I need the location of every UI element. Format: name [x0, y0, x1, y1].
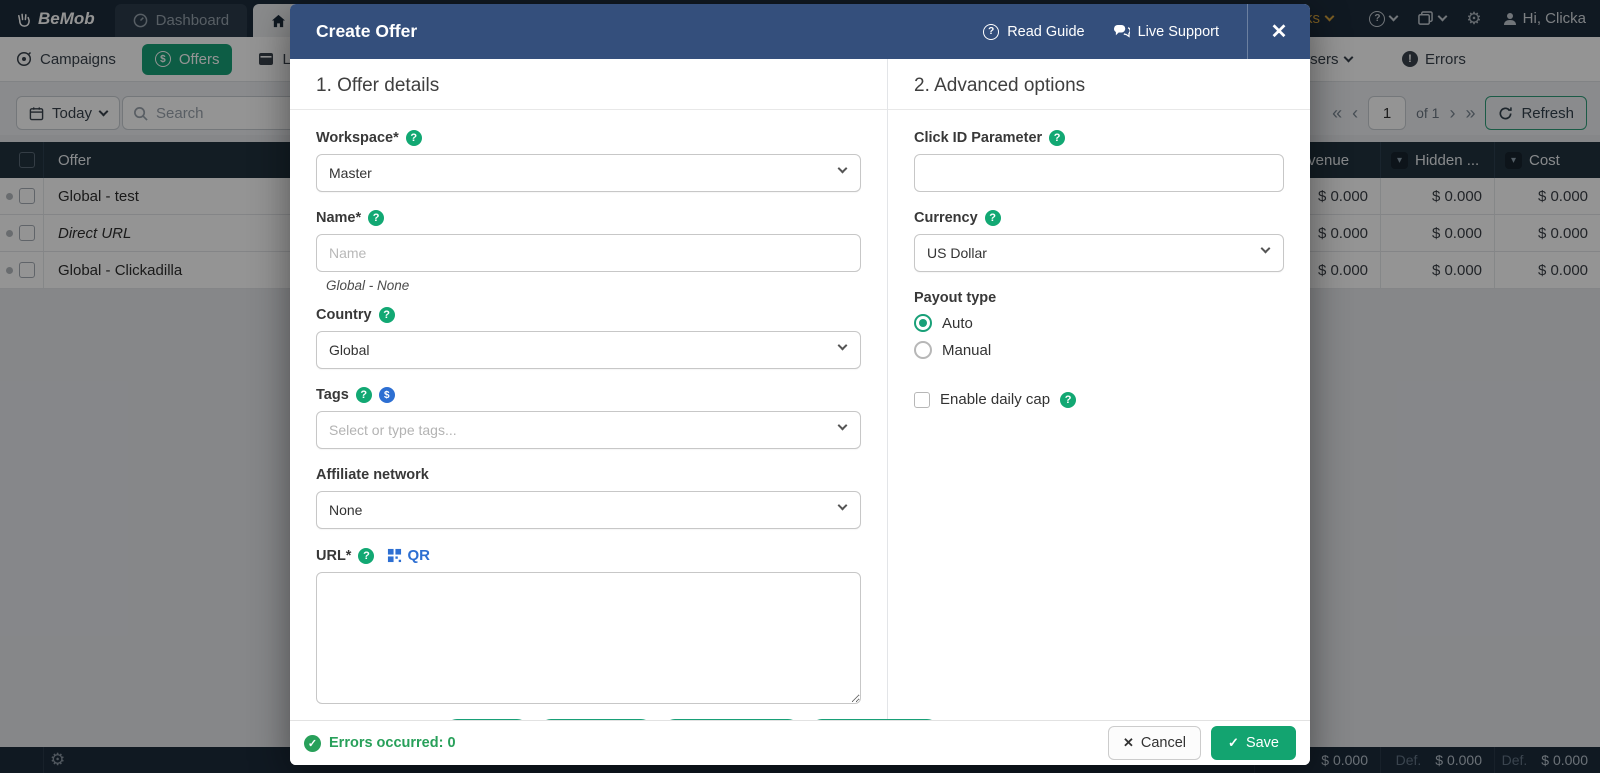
payout-type-field: Payout type Auto Manual [914, 290, 1284, 359]
click-id-field: Click ID Parameter ? [914, 130, 1284, 192]
chevron-down-icon [838, 421, 848, 431]
url-field: URL* ? QR [316, 547, 861, 720]
tags-label: Tags [316, 387, 349, 403]
radio-selected[interactable] [914, 314, 932, 332]
click-id-input[interactable] [914, 154, 1284, 192]
country-label: Country [316, 307, 372, 323]
tags-field: Tags ? $ Select or type tags... [316, 387, 861, 449]
daily-cap-label: Enable daily cap [940, 391, 1050, 408]
paid-feature-icon[interactable]: $ [379, 387, 395, 403]
check-circle-icon: ✓ [304, 735, 321, 752]
workspace-field: Workspace* ? Master [316, 130, 861, 192]
section-title: 1. Offer details [290, 59, 887, 109]
click-id-label: Click ID Parameter [914, 130, 1042, 146]
url-textarea[interactable] [316, 572, 861, 704]
close-button[interactable]: ✕ [1248, 4, 1310, 59]
currency-select[interactable]: US Dollar [914, 234, 1284, 272]
save-button[interactable]: ✓ Save [1211, 726, 1296, 760]
affiliate-network-field: Affiliate network None [316, 467, 861, 529]
radio-unselected[interactable] [914, 341, 932, 359]
chat-bubbles-icon [1113, 24, 1130, 39]
create-offer-modal: Create Offer ? Read Guide Live Support ✕… [290, 4, 1310, 765]
help-icon[interactable]: ? [1049, 130, 1065, 146]
tags-select[interactable]: Select or type tags... [316, 411, 861, 449]
name-label: Name* [316, 210, 361, 226]
cancel-button[interactable]: ✕ Cancel [1108, 726, 1201, 760]
live-support-link[interactable]: Live Support [1113, 24, 1219, 40]
currency-label: Currency [914, 210, 978, 226]
name-field: Name* ? Global - None [316, 210, 861, 293]
workspace-label: Workspace* [316, 130, 399, 146]
payout-manual-option[interactable]: Manual [914, 341, 1284, 359]
close-icon: ✕ [1271, 19, 1288, 44]
chevron-down-icon [838, 501, 848, 511]
chevron-down-icon [1261, 244, 1271, 254]
modal-footer: ✓ Errors occurred: 0 ✕ Cancel ✓ Save [290, 720, 1310, 765]
qr-code-icon [387, 548, 402, 563]
close-icon: ✕ [1123, 735, 1134, 751]
help-icon: ? [983, 24, 999, 40]
payout-type-label: Payout type [914, 290, 996, 306]
modal-body: 1. Offer details Workspace* ? Master Nam… [290, 59, 1310, 720]
modal-title: Create Offer [290, 21, 417, 42]
read-guide-link[interactable]: ? Read Guide [983, 24, 1084, 40]
help-icon[interactable]: ? [406, 130, 422, 146]
qr-button[interactable]: QR [387, 547, 430, 564]
help-icon[interactable]: ? [358, 548, 374, 564]
help-icon[interactable]: ? [379, 307, 395, 323]
currency-field: Currency ? US Dollar [914, 210, 1284, 272]
country-select[interactable]: Global [316, 331, 861, 369]
section-title: 2. Advanced options [888, 59, 1310, 109]
affiliate-network-select[interactable]: None [316, 491, 861, 529]
url-label: URL* [316, 548, 351, 564]
name-input[interactable] [316, 234, 861, 272]
affiliate-network-label: Affiliate network [316, 467, 429, 483]
advanced-options-section: 2. Advanced options Click ID Parameter ?… [888, 59, 1310, 720]
offer-details-section: 1. Offer details Workspace* ? Master Nam… [290, 59, 888, 720]
name-hint: Global - None [326, 278, 861, 293]
chevron-down-icon [838, 341, 848, 351]
help-icon[interactable]: ? [356, 387, 372, 403]
daily-cap-checkbox[interactable] [914, 392, 930, 408]
country-field: Country ? Global [316, 307, 861, 369]
errors-status: ✓ Errors occurred: 0 [304, 735, 456, 752]
help-icon[interactable]: ? [1060, 392, 1076, 408]
modal-header: Create Offer ? Read Guide Live Support ✕ [290, 4, 1310, 59]
help-icon[interactable]: ? [985, 210, 1001, 226]
payout-auto-option[interactable]: Auto [914, 314, 1284, 332]
daily-cap-field[interactable]: Enable daily cap ? [914, 391, 1284, 408]
workspace-select[interactable]: Master [316, 154, 861, 192]
check-icon: ✓ [1228, 735, 1239, 751]
help-icon[interactable]: ? [368, 210, 384, 226]
errors-status-label: Errors occurred: 0 [329, 735, 456, 751]
chevron-down-icon [838, 164, 848, 174]
